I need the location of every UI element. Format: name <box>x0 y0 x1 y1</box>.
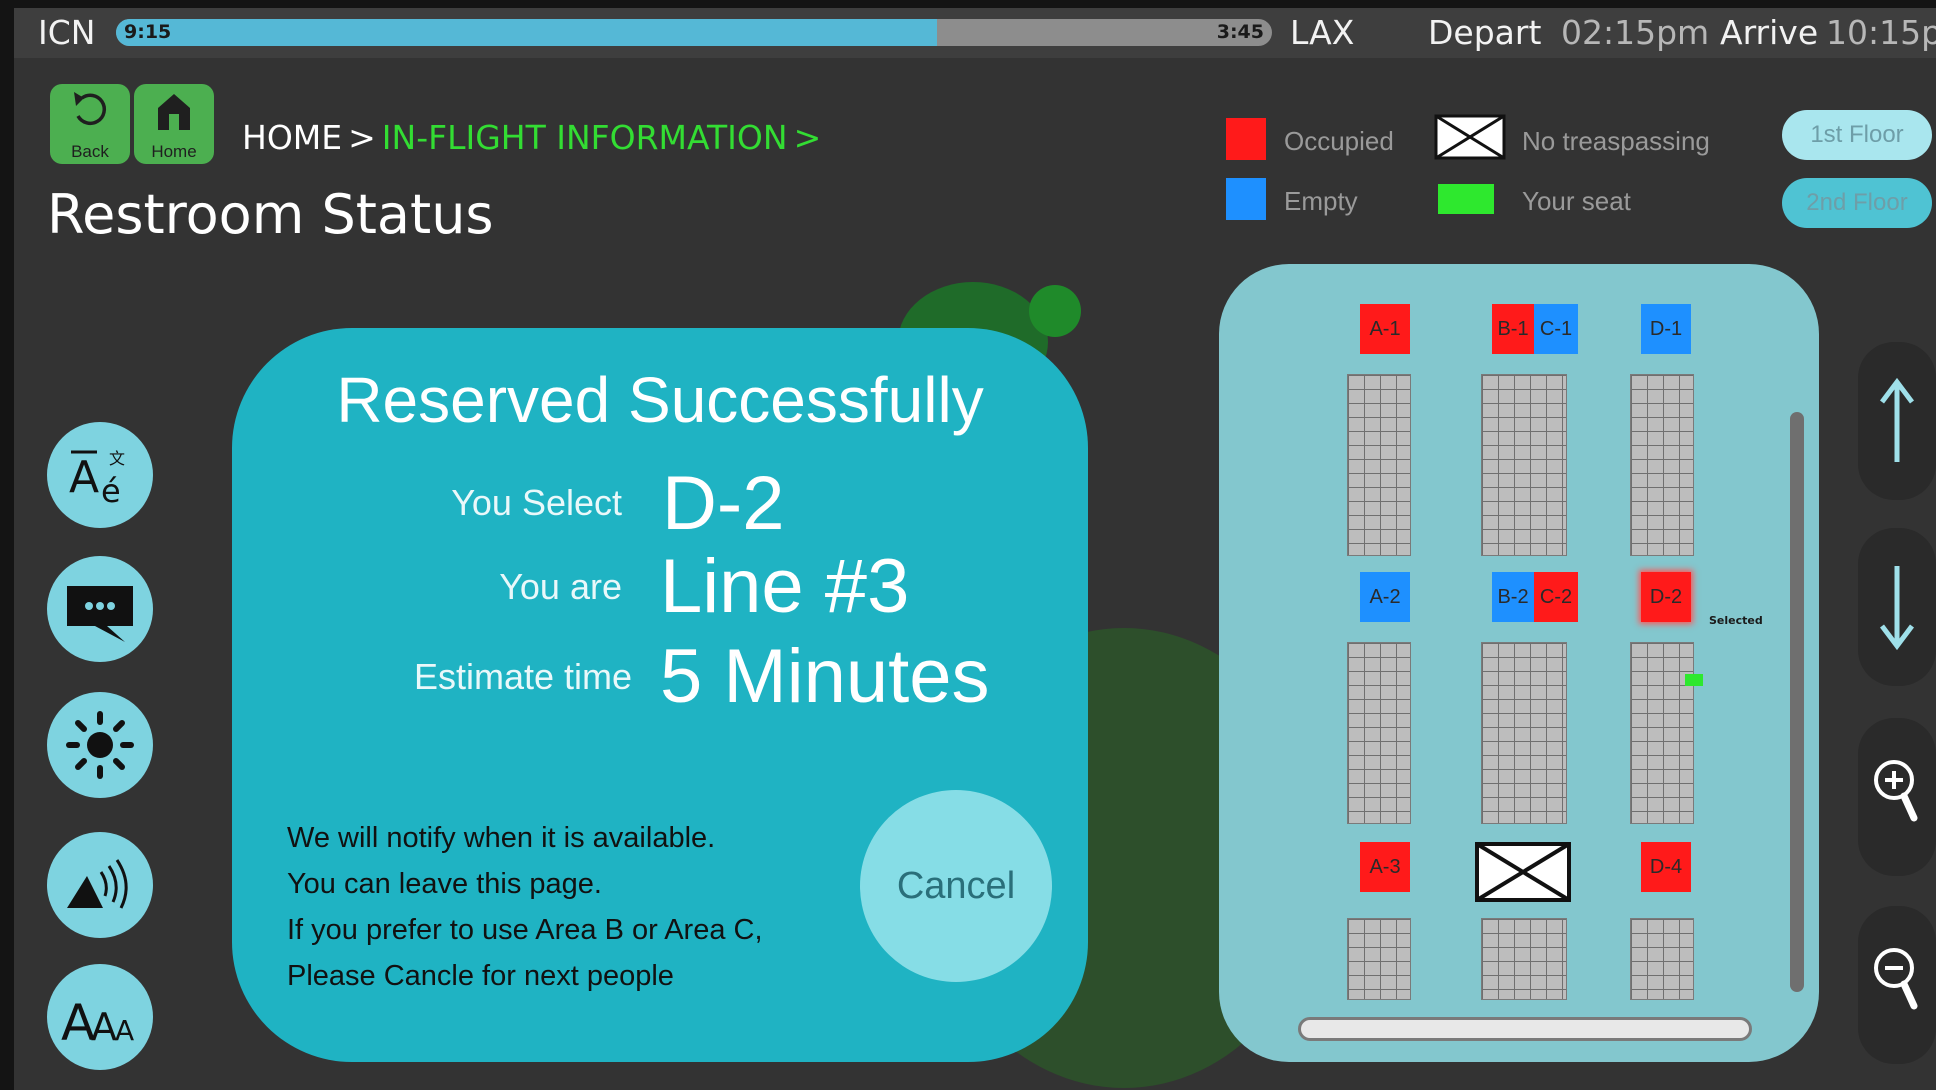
floor-1-button[interactable]: 1st Floor <box>1782 110 1932 160</box>
scroll-down-button[interactable] <box>1858 528 1936 686</box>
flight-progress-bar: 9:15 3:45 <box>116 19 1272 46</box>
brightness-icon <box>66 711 134 779</box>
svg-text:文: 文 <box>109 449 125 468</box>
screen: ICN 9:15 3:45 LAX Depart 02:15pm Arrive … <box>14 8 1936 1090</box>
legend-occupied-label: Occupied <box>1284 126 1394 156</box>
seat-grid <box>1347 642 1411 824</box>
estimate-time: 5 Minutes <box>660 634 990 719</box>
zoom-out-button[interactable] <box>1858 906 1936 1064</box>
restroom-d-1[interactable]: D-1 <box>1641 304 1691 354</box>
zoom-in-icon <box>1874 760 1918 822</box>
origin-code: ICN <box>38 13 96 52</box>
legend-no-trespassing-label: No treaspassing <box>1522 126 1710 156</box>
cancel-button[interactable]: Cancel <box>860 790 1052 982</box>
language-icon: A é 文 <box>69 449 125 510</box>
destination-code: LAX <box>1290 13 1355 52</box>
restroom-c-1[interactable]: C-1 <box>1534 304 1578 354</box>
legend-empty-swatch <box>1226 178 1266 220</box>
elapsed-time: 9:15 <box>124 21 172 43</box>
svg-text:A: A <box>91 1005 117 1049</box>
arrow-down-icon <box>1880 566 1914 651</box>
legend-your-seat-swatch <box>1438 184 1494 214</box>
depart-time: 02:15pm <box>1561 13 1710 52</box>
notice-line: If you prefer to use Area B or Area C, <box>287 914 763 946</box>
restroom-c-2[interactable]: C-2 <box>1534 572 1578 622</box>
breadcrumb-separator: > <box>348 118 376 157</box>
map-vertical-scrollbar[interactable] <box>1790 412 1804 992</box>
language-button[interactable]: A é 文 <box>47 422 153 528</box>
depart-label: Depart <box>1428 13 1542 52</box>
line-label: You are <box>499 566 622 607</box>
breadcrumb: HOME > IN-FLIGHT INFORMATION > <box>242 118 821 158</box>
restroom-b-2[interactable]: B-2 <box>1492 572 1534 622</box>
home-button[interactable]: Home <box>134 84 214 164</box>
flight-progress-fill <box>116 19 937 46</box>
font-size-icon: A A A <box>61 994 134 1052</box>
seat-grid <box>1630 374 1694 556</box>
selected-restroom: D-2 <box>662 461 785 546</box>
font-size-button[interactable]: A A A <box>47 964 153 1070</box>
seat-grid <box>1347 918 1411 1000</box>
your-seat-marker <box>1685 674 1703 686</box>
notice-line: Please Cancle for next people <box>287 960 674 992</box>
breadcrumb-current[interactable]: IN-FLIGHT INFORMATION <box>382 118 788 157</box>
svg-text:A: A <box>115 1014 134 1047</box>
arrive-time: 10:15pm <box>1826 13 1936 52</box>
arrive-label: Arrive <box>1720 13 1819 52</box>
brightness-button[interactable] <box>47 692 153 798</box>
select-label: You Select <box>451 482 622 523</box>
volume-button[interactable] <box>47 832 153 938</box>
no-trespassing-icon <box>1434 114 1506 160</box>
queue-position: Line #3 <box>660 544 910 629</box>
back-icon <box>74 92 107 126</box>
restroom-a-2[interactable]: A-2 <box>1360 572 1410 622</box>
restroom-d-2[interactable]: D-2 <box>1641 572 1691 622</box>
restroom-d-4[interactable]: D-4 <box>1641 842 1691 892</box>
back-button[interactable]: Back <box>50 84 130 164</box>
chat-button[interactable] <box>47 556 153 662</box>
svg-text:é: é <box>101 472 121 510</box>
chat-icon <box>67 586 133 642</box>
legend-empty-label: Empty <box>1284 186 1358 216</box>
remaining-time: 3:45 <box>1216 21 1264 43</box>
volume-icon <box>67 859 128 909</box>
restroom-a-1[interactable]: A-1 <box>1360 304 1410 354</box>
home-icon <box>158 94 190 130</box>
zoom-out-icon <box>1874 948 1918 1010</box>
map-horizontal-scrollbar[interactable] <box>1298 1017 1752 1041</box>
seat-grid <box>1630 642 1694 824</box>
seat-grid <box>1347 374 1411 556</box>
notice-line: We will notify when it is available. <box>287 822 716 854</box>
restroom-map[interactable]: A-1 B-1 C-1 D-1 A-2 B-2 C-2 D-2 Selected… <box>1219 264 1819 1062</box>
flight-status-bar: ICN 9:15 3:45 LAX Depart 02:15pm Arrive … <box>14 8 1936 58</box>
restroom-b-1[interactable]: B-1 <box>1492 304 1534 354</box>
svg-text:A: A <box>69 452 99 503</box>
page-title: Restroom Status <box>47 183 494 246</box>
estimate-label: Estimate time <box>413 656 632 697</box>
breadcrumb-separator-trailing: > <box>793 118 822 157</box>
notice-line: You can leave this page. <box>287 868 602 900</box>
seat-grid <box>1481 374 1567 556</box>
arrow-up-icon <box>1880 377 1914 462</box>
selected-tag: Selected <box>1709 614 1763 627</box>
floor-2-button[interactable]: 2nd Floor <box>1782 178 1932 228</box>
seat-grid <box>1481 642 1567 824</box>
scroll-up-button[interactable] <box>1858 342 1936 500</box>
seat-grid <box>1481 918 1567 1000</box>
breadcrumb-home[interactable]: HOME <box>242 118 342 157</box>
seat-grid <box>1630 918 1694 1000</box>
legend-occupied-swatch <box>1226 118 1266 160</box>
legend-your-seat-label: Your seat <box>1522 186 1631 216</box>
back-label: Back <box>71 142 109 161</box>
restroom-a-3[interactable]: A-3 <box>1360 842 1410 892</box>
dialog-title: Reserved Successfully <box>336 364 984 436</box>
no-trespassing-icon <box>1475 842 1571 902</box>
decorative-blob <box>1029 285 1081 337</box>
home-label: Home <box>151 142 197 161</box>
reservation-dialog: Reserved Successfully You Select D-2 You… <box>232 328 1088 1062</box>
zoom-in-button[interactable] <box>1858 718 1936 876</box>
